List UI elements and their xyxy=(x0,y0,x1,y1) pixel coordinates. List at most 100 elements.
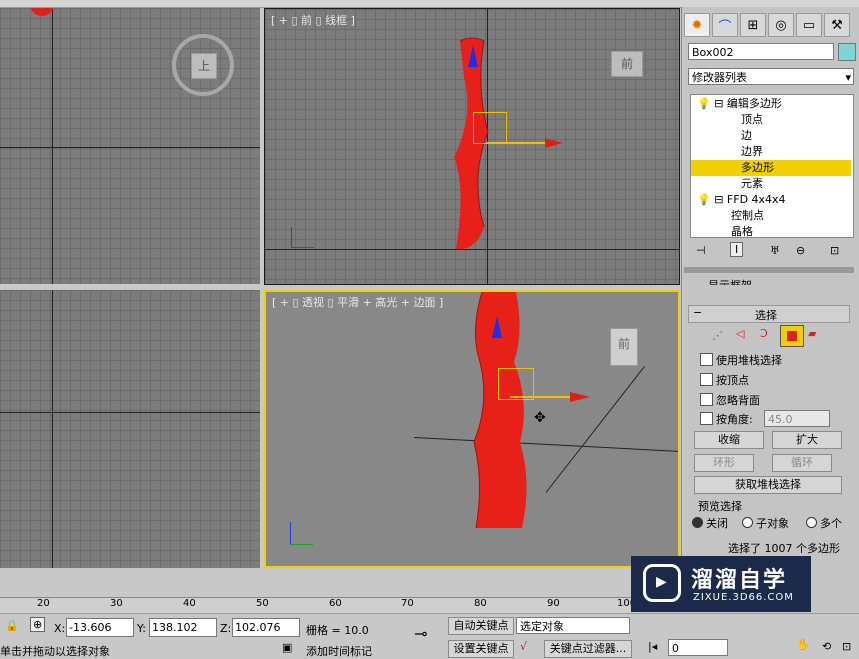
remove-modifier-icon[interactable]: ⊖ xyxy=(796,244,805,257)
loop-button[interactable]: 循环 xyxy=(772,454,832,472)
preview-off-radio[interactable] xyxy=(692,517,703,528)
gizmo-x-arrow[interactable] xyxy=(545,138,563,148)
timeline-ruler[interactable]: 20 30 40 50 60 70 80 90 100 xyxy=(0,597,640,614)
maximize-viewport-icon[interactable]: ⊡ xyxy=(842,640,851,653)
configure-sets-icon[interactable]: ⊡ xyxy=(830,244,839,257)
axis-tripod-front xyxy=(291,227,314,248)
object-name-input[interactable]: Box002 xyxy=(688,43,834,60)
lightbulb-icon[interactable]: 💡 xyxy=(697,97,711,110)
key-mode-icon[interactable]: √ xyxy=(520,640,527,653)
axis-tripod-persp xyxy=(290,522,313,545)
stack-item-control-points[interactable]: 控制点 xyxy=(691,208,851,224)
polygon-mode-icon[interactable] xyxy=(780,325,804,347)
viewport-top[interactable]: 上 xyxy=(0,8,260,284)
gizmo-z-arrow-persp[interactable] xyxy=(492,316,502,338)
timeline-tick: 60 xyxy=(329,598,342,609)
play-logo-icon: ▶ xyxy=(643,564,681,602)
gizmo-y-arrow[interactable] xyxy=(468,45,478,67)
gizmo-x-axis-persp[interactable] xyxy=(510,396,572,398)
lock-icon[interactable]: 🔒 xyxy=(5,619,19,632)
modifier-list-dropdown[interactable]: 修改器列表 ▾ xyxy=(688,68,854,85)
viewcube-top[interactable]: 上 xyxy=(172,34,234,96)
stack-item-border[interactable]: 边界 xyxy=(691,144,851,160)
y-coord-input[interactable]: 138.102 xyxy=(149,618,217,637)
by-angle-label: 按角度: xyxy=(716,413,753,426)
z-label: Z: xyxy=(220,622,232,635)
prev-frame-icon[interactable]: |◂ xyxy=(648,640,657,653)
modifier-stack[interactable]: 💡 ⊟ 编辑多边形 顶点 边 边界 多边形 元素 💡 ⊟ FFD 4x4x4 控… xyxy=(690,94,854,238)
ignore-back-label: 忽略背面 xyxy=(716,394,760,407)
selection-rollout-header[interactable]: − 选择 xyxy=(688,305,850,323)
viewport-front[interactable]: [ + ▯ 前 ▯ 线框 ] 前 xyxy=(264,8,680,285)
timeline-tick: 80 xyxy=(474,598,487,609)
stack-item-element[interactable]: 元素 xyxy=(691,176,851,192)
edge-mode-icon[interactable]: ◁ xyxy=(736,327,744,340)
x-coord-input[interactable]: -13.606 xyxy=(66,618,134,637)
object-color-swatch[interactable] xyxy=(838,43,856,61)
show-end-result-icon[interactable]: Ⅰ xyxy=(730,242,744,257)
auto-key-button[interactable]: 自动关键点 xyxy=(448,617,514,635)
make-unique-icon[interactable]: ♅ xyxy=(770,244,780,257)
watermark-title: 溜溜自学 xyxy=(691,568,788,593)
key-icon[interactable]: ⊸ xyxy=(414,624,427,643)
transform-mode-icon[interactable]: ⊕ xyxy=(30,617,46,632)
stack-item-polygon[interactable]: 多边形 xyxy=(691,160,851,176)
by-vertex-label: 按顶点 xyxy=(716,374,749,387)
stack-item-edit-poly[interactable]: 💡 ⊟ 编辑多边形 xyxy=(691,96,851,112)
viewport-perspective[interactable]: [ + ▯ 透视 ▯ 平滑 + 高光 + 边面 ] ✥ 前 xyxy=(264,290,680,568)
grow-button[interactable]: 扩大 xyxy=(772,431,842,449)
by-angle-checkbox[interactable] xyxy=(700,412,713,425)
viewcube-top-label: 上 xyxy=(191,53,217,79)
selected-object-dropdown[interactable]: 选定对象 xyxy=(516,617,630,634)
preview-multi-label: 多个 xyxy=(820,517,842,530)
viewport-left[interactable] xyxy=(0,290,260,568)
viewcube-persp[interactable]: 前 xyxy=(610,328,638,366)
ignore-back-checkbox[interactable] xyxy=(700,393,713,406)
element-mode-icon[interactable]: ▰ xyxy=(808,327,816,340)
lightbulb-icon[interactable]: 💡 xyxy=(697,193,711,206)
object-fragment xyxy=(30,8,54,16)
stack-item-lattice[interactable]: 晶格 xyxy=(691,224,851,237)
display-icon[interactable]: ▭ xyxy=(796,13,822,37)
show-frame-partial[interactable]: 显示框架 xyxy=(708,277,752,285)
gizmo-x-arrow-persp[interactable] xyxy=(570,392,590,402)
stack-item-ffd[interactable]: 💡 ⊟ FFD 4x4x4 xyxy=(691,192,851,208)
utilities-icon[interactable]: ⚒ xyxy=(824,13,850,37)
viewcube-front[interactable]: 前 xyxy=(611,51,643,77)
motion-icon[interactable]: ◎ xyxy=(768,13,794,37)
stack-item-edge[interactable]: 边 xyxy=(691,128,851,144)
z-coord-input[interactable]: 102.076 xyxy=(232,618,300,637)
time-tag-icon[interactable]: ▣ xyxy=(282,641,292,654)
current-frame-input[interactable]: 0 xyxy=(668,639,728,656)
preview-sub-radio[interactable] xyxy=(742,517,753,528)
pin-stack-icon[interactable]: ⊣ xyxy=(696,244,706,257)
by-vertex-checkbox[interactable] xyxy=(700,373,713,386)
pan-icon[interactable]: ✋ xyxy=(796,638,810,651)
gizmo-x-axis[interactable] xyxy=(487,142,547,144)
x-label: X: xyxy=(54,622,66,635)
gizmo-box xyxy=(473,112,507,144)
orbit-icon[interactable]: ⟲ xyxy=(822,640,831,653)
get-stack-selection-button[interactable]: 获取堆栈选择 xyxy=(694,476,842,494)
preview-multi-radio[interactable] xyxy=(806,517,817,528)
stack-item-vertex[interactable]: 顶点 xyxy=(691,112,851,128)
viewport-persp-label[interactable]: [ + ▯ 透视 ▯ 平滑 + 高光 + 边面 ] xyxy=(272,294,443,310)
viewport-front-label[interactable]: [ + ▯ 前 ▯ 线框 ] xyxy=(271,12,355,28)
panel-divider xyxy=(684,267,854,273)
modify-icon[interactable]: ⌒ xyxy=(712,13,738,37)
watermark-logo: ▶ 溜溜自学 ZIXUE.3D66.COM xyxy=(631,556,811,612)
hierarchy-icon[interactable]: ⊞ xyxy=(740,13,766,37)
timeline-tick: 70 xyxy=(401,598,414,609)
create-icon[interactable]: ✹ xyxy=(684,13,710,37)
border-mode-icon[interactable]: Ↄ xyxy=(760,327,768,340)
angle-input[interactable]: 45.0 xyxy=(764,410,830,427)
set-key-button[interactable]: 设置关键点 xyxy=(448,640,514,658)
use-stack-checkbox[interactable] xyxy=(700,353,713,366)
ring-button[interactable]: 环形 xyxy=(694,454,754,472)
key-filters-button[interactable]: 关键点过滤器... xyxy=(544,640,632,658)
shrink-button[interactable]: 收缩 xyxy=(694,431,764,449)
selection-rollout-title: 选择 xyxy=(755,309,777,322)
twisted-object-front[interactable] xyxy=(450,37,500,253)
vertex-mode-icon[interactable]: ⋰ xyxy=(712,329,723,342)
move-cursor-icon: ✥ xyxy=(534,410,546,426)
